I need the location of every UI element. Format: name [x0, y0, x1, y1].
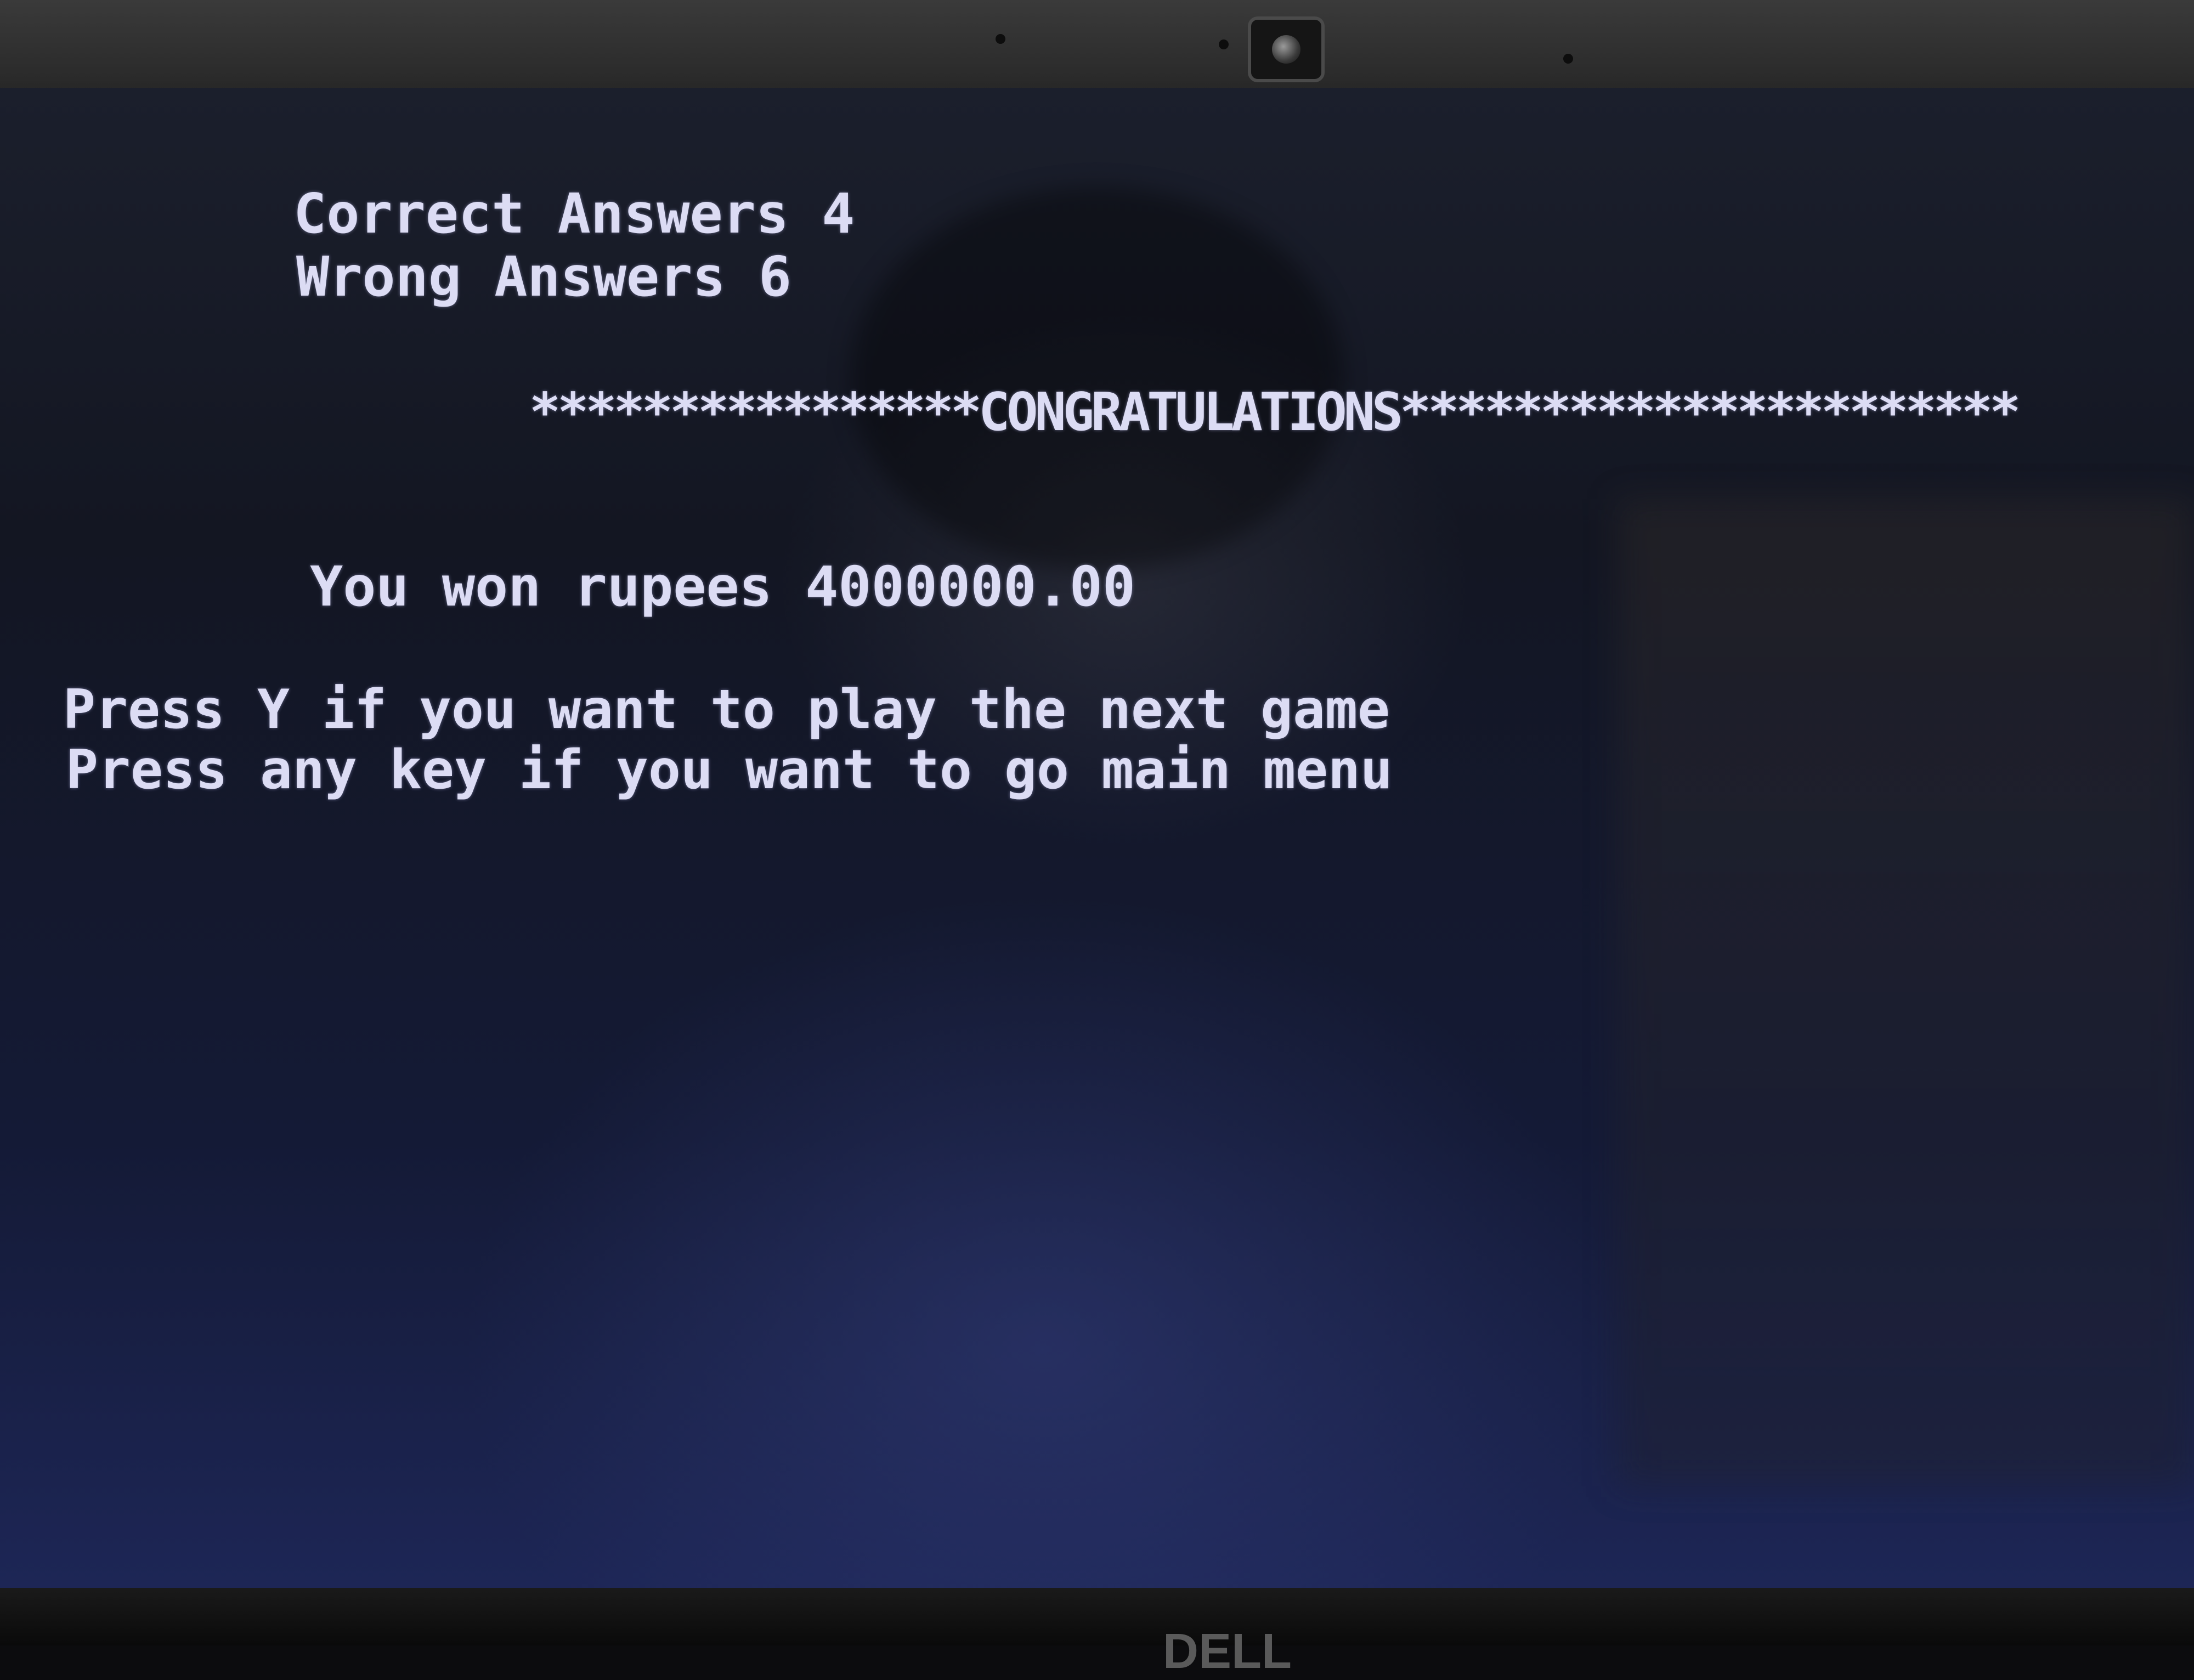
screen-reflection	[850, 186, 1344, 570]
play-next-game-prompt: Press Y if you want to play the next gam…	[63, 678, 1390, 741]
dos-console-screen: Correct Answers 4 Wrong Answers 6 ******…	[0, 88, 2194, 1591]
wrong-answers-line: Wrong Answers 6	[296, 245, 792, 309]
dell-logo: DELL	[1163, 1624, 1292, 1679]
congratulations-banner: ****************CONGRATULATIONS*********…	[529, 382, 2021, 443]
screen-reflection	[1618, 499, 2194, 1486]
main-menu-prompt: Press any key if you want to go main men…	[66, 739, 1393, 801]
sensor-dot	[1563, 54, 1573, 64]
webcam-lens	[1272, 35, 1300, 64]
winnings-line: You won rupees 4000000.00	[310, 555, 1136, 619]
webcam-icon	[1248, 16, 1325, 82]
laptop-bottom-bezel	[0, 1588, 2194, 1645]
sensor-dot	[996, 34, 1005, 44]
correct-answers-line: Correct Answers 4	[293, 182, 855, 246]
sensor-dot	[1219, 39, 1229, 49]
